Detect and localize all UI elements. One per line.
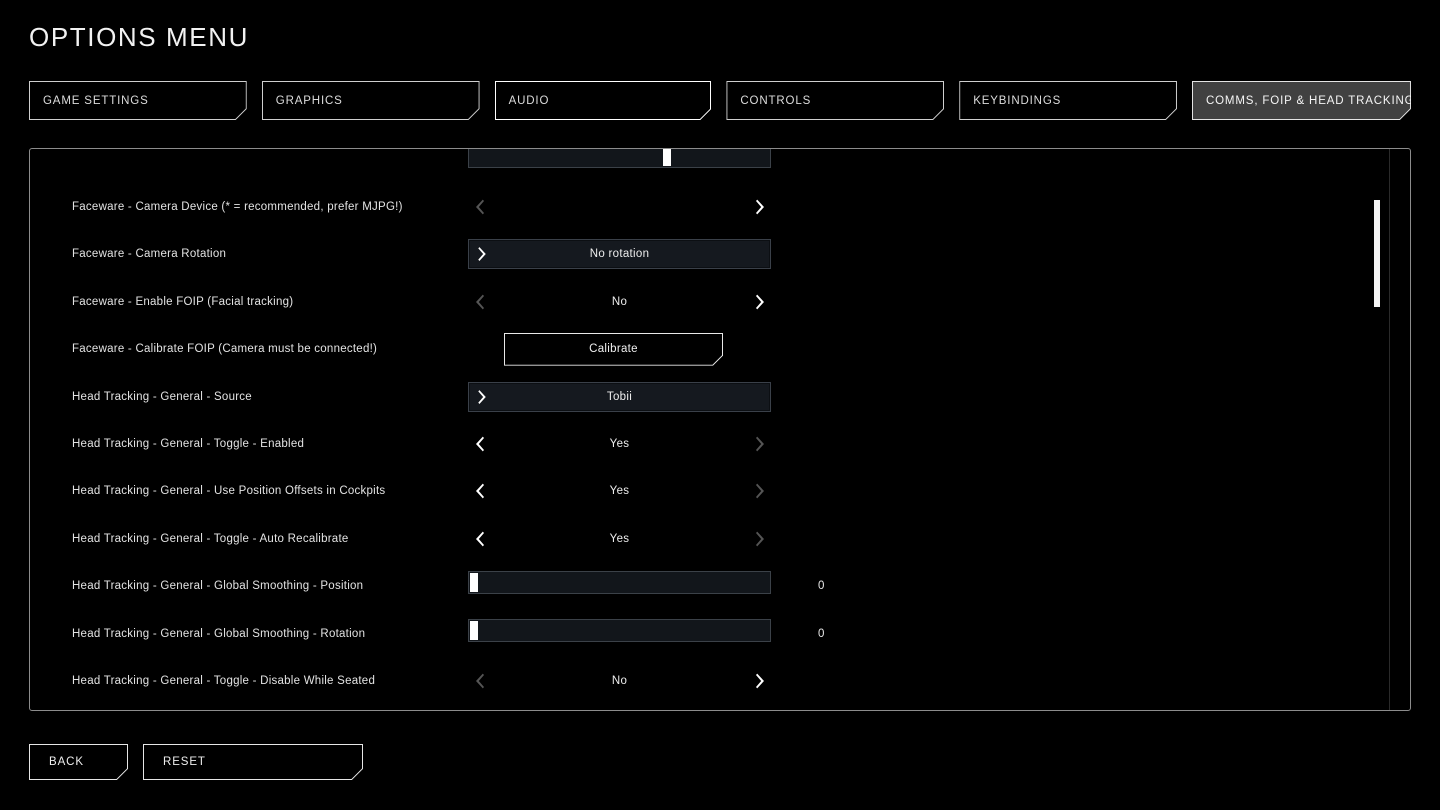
setting-label: Faceware - Camera Rotation: [72, 248, 227, 261]
tab-label: COMMS, FOIP & HEAD TRACKING: [1205, 94, 1415, 107]
next-value-arrow-icon[interactable]: [753, 673, 767, 689]
setting-row: Head Tracking - General - Global Smoothi…: [30, 563, 1410, 610]
slider-thumb[interactable]: [663, 149, 672, 166]
expand-chevron-icon: [476, 389, 489, 404]
setting-dropdown[interactable]: No rotation: [468, 239, 771, 270]
reset-button[interactable]: RESET: [143, 744, 363, 780]
panel-scrollbar[interactable]: [1374, 149, 1380, 710]
slider-value: 0: [818, 627, 825, 640]
slider-track[interactable]: [468, 571, 771, 595]
setting-row: Faceware - Camera Device (* = recommende…: [30, 183, 1410, 230]
settings-panel: Faceware - Camera Device (* = recommende…: [29, 148, 1411, 711]
setting-row: Head Tracking - General - Toggle - Disab…: [30, 705, 1410, 710]
previous-value-arrow-icon[interactable]: [472, 673, 486, 689]
setting-label: Head Tracking - General - Use Position O…: [72, 485, 386, 498]
setting-row: Head Tracking - General - Toggle - Enabl…: [30, 420, 1410, 467]
slider-thumb[interactable]: [470, 620, 478, 640]
tab-label: GAME SETTINGS: [43, 94, 149, 107]
setting-value: No rotation: [589, 248, 650, 261]
scrollbar-divider: [1389, 149, 1390, 710]
previous-value-arrow-icon[interactable]: [472, 483, 486, 499]
expand-chevron-icon: [476, 247, 489, 262]
setting-row: [30, 149, 1410, 183]
setting-dropdown[interactable]: Tobii: [468, 381, 771, 412]
page-title: OPTIONS MENU: [29, 22, 249, 52]
tab-keybindings[interactable]: KEYBINDINGS: [959, 81, 1177, 120]
next-value-arrow-icon[interactable]: [753, 483, 767, 499]
setting-row: Head Tracking - General - Toggle - Auto …: [30, 515, 1410, 562]
setting-label: Faceware - Enable FOIP (Facial tracking): [72, 295, 294, 308]
setting-stepper[interactable]: [468, 192, 771, 222]
setting-label: Head Tracking - General - Toggle - Enabl…: [72, 438, 305, 451]
setting-value: No: [611, 674, 628, 687]
back-button[interactable]: BACK: [29, 744, 128, 780]
setting-row: Faceware - Camera Rotation No rotation: [30, 231, 1410, 278]
setting-stepper[interactable]: Yes: [468, 429, 771, 459]
tab-comms-foip-head-tracking[interactable]: COMMS, FOIP & HEAD TRACKING: [1192, 81, 1411, 120]
setting-value: Yes: [609, 532, 630, 545]
setting-label: Head Tracking - General - Global Smoothi…: [72, 580, 364, 593]
footer-actions: BACK RESET: [29, 744, 363, 780]
setting-row: Faceware - Enable FOIP (Facial tracking)…: [30, 278, 1410, 325]
previous-value-arrow-icon[interactable]: [472, 199, 486, 215]
next-value-arrow-icon[interactable]: [753, 531, 767, 547]
settings-list: Faceware - Camera Device (* = recommende…: [30, 149, 1410, 710]
next-value-arrow-icon[interactable]: [753, 436, 767, 452]
tab-label: AUDIO: [508, 94, 550, 107]
tab-game-settings[interactable]: GAME SETTINGS: [29, 81, 247, 120]
setting-row: Head Tracking - General - Use Position O…: [30, 468, 1410, 515]
previous-value-arrow-icon[interactable]: [472, 294, 486, 310]
slider-thumb[interactable]: [470, 573, 478, 593]
scrollbar-thumb[interactable]: [1374, 199, 1380, 307]
setting-value: Tobii: [606, 390, 633, 403]
calibrate-button[interactable]: Calibrate: [504, 333, 723, 366]
tab-controls[interactable]: CONTROLS: [726, 81, 944, 120]
setting-label: Faceware - Camera Device (* = recommende…: [72, 201, 403, 214]
calibrate-button-label: Calibrate: [589, 343, 638, 356]
tab-audio[interactable]: AUDIO: [495, 81, 712, 120]
setting-stepper[interactable]: Yes: [468, 524, 771, 554]
setting-label: Head Tracking - General - Global Smoothi…: [72, 627, 366, 640]
setting-label: Head Tracking - General - Source: [72, 390, 252, 403]
previous-value-arrow-icon[interactable]: [472, 531, 486, 547]
setting-stepper[interactable]: No: [468, 287, 771, 317]
reset-button-label: RESET: [163, 756, 206, 768]
next-value-arrow-icon[interactable]: [753, 199, 767, 215]
setting-label: Head Tracking - General - Toggle - Disab…: [72, 674, 376, 687]
setting-action: Calibrate: [468, 334, 771, 364]
setting-value: Yes: [609, 485, 630, 498]
setting-row: Faceware - Calibrate FOIP (Camera must b…: [30, 326, 1410, 373]
setting-slider[interactable]: 0: [468, 618, 824, 649]
setting-stepper[interactable]: No: [468, 666, 771, 696]
back-button-label: BACK: [49, 756, 84, 768]
previous-value-arrow-icon[interactable]: [472, 436, 486, 452]
next-value-arrow-icon[interactable]: [753, 294, 767, 310]
tab-label: GRAPHICS: [275, 94, 343, 107]
setting-value: Yes: [609, 438, 630, 451]
setting-row: Head Tracking - General - Toggle - Disab…: [30, 657, 1410, 704]
setting-slider[interactable]: 0: [468, 571, 824, 601]
slider-value: 0: [818, 580, 825, 593]
setting-value: No: [611, 295, 628, 308]
setting-stepper[interactable]: Yes: [468, 476, 771, 506]
tab-bar: GAME SETTINGS GRAPHICS AUDIO CONTROLS KEYBIN…: [29, 81, 1411, 120]
tab-graphics[interactable]: GRAPHICS: [262, 81, 480, 120]
setting-slider[interactable]: [468, 149, 771, 175]
setting-row: Head Tracking - General - Source Tobii: [30, 373, 1410, 420]
setting-label: Faceware - Calibrate FOIP (Camera must b…: [72, 343, 378, 356]
setting-row: Head Tracking - General - Global Smoothi…: [30, 610, 1410, 657]
setting-label: Head Tracking - General - Toggle - Auto …: [72, 532, 349, 545]
slider-track[interactable]: [468, 618, 771, 642]
tab-label: CONTROLS: [740, 94, 812, 107]
slider-track[interactable]: [468, 149, 771, 168]
tab-label: KEYBINDINGS: [973, 94, 1062, 107]
